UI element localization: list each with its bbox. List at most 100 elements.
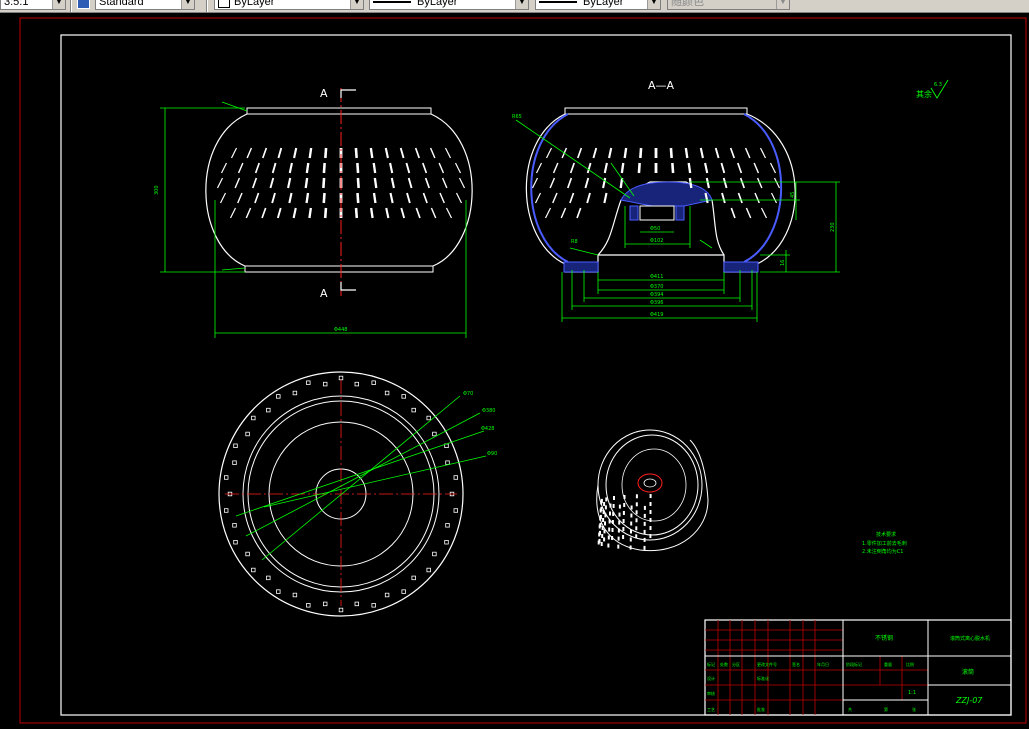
slot bbox=[430, 207, 437, 219]
iso-slot bbox=[602, 518, 605, 522]
slot bbox=[567, 177, 573, 189]
slot bbox=[422, 192, 428, 204]
slot bbox=[687, 162, 692, 174]
rim-hole bbox=[223, 508, 229, 513]
iso-slot bbox=[617, 528, 620, 533]
slot bbox=[531, 177, 539, 189]
iso-slot bbox=[608, 519, 611, 524]
iso-slot bbox=[612, 504, 615, 508]
slot bbox=[384, 147, 389, 159]
slot bbox=[704, 162, 709, 174]
iso-slot bbox=[643, 513, 646, 518]
slot bbox=[569, 192, 575, 204]
iso-slot bbox=[630, 505, 633, 510]
iso-slot bbox=[603, 529, 606, 534]
slot bbox=[369, 147, 374, 159]
dim-h45: 45 bbox=[790, 192, 796, 198]
dim-h230: 230 bbox=[830, 222, 836, 232]
slot bbox=[293, 147, 298, 159]
slot bbox=[389, 162, 394, 174]
slot bbox=[576, 207, 582, 219]
rim-hole bbox=[426, 567, 431, 573]
slot bbox=[271, 162, 277, 174]
slot bbox=[737, 192, 743, 204]
chevron-down-icon[interactable]: ▼ bbox=[181, 0, 194, 9]
chevron-down-icon[interactable]: ▼ bbox=[515, 0, 528, 9]
layer-dropdown[interactable]: ByLayer ▼ bbox=[214, 0, 364, 10]
iso-slot bbox=[649, 502, 652, 506]
slot bbox=[441, 177, 448, 189]
iso-slot bbox=[618, 512, 621, 517]
slot bbox=[292, 207, 297, 219]
rim-hole bbox=[371, 603, 376, 608]
iso-slot bbox=[622, 535, 625, 539]
iso-slot bbox=[635, 518, 638, 523]
slot bbox=[322, 162, 326, 174]
slot bbox=[254, 162, 260, 174]
chevron-down-icon[interactable]: ▼ bbox=[350, 0, 363, 9]
slot bbox=[729, 147, 735, 159]
dim-plan-d380: Φ380 bbox=[482, 408, 495, 414]
dim-d50: Φ50 bbox=[650, 226, 660, 232]
rim-hole bbox=[411, 575, 416, 581]
slot bbox=[684, 147, 689, 159]
slot bbox=[262, 147, 268, 159]
slot bbox=[586, 192, 591, 204]
text-style-value: Standard bbox=[99, 0, 144, 8]
chevron-down-icon[interactable]: ▼ bbox=[647, 0, 660, 9]
slot bbox=[234, 177, 241, 189]
toolbar-separator bbox=[70, 0, 72, 12]
slot bbox=[608, 147, 613, 159]
lineweight-dropdown[interactable]: ByLayer ▼ bbox=[535, 0, 661, 10]
iso-slot bbox=[607, 543, 610, 548]
slot bbox=[369, 207, 374, 219]
slot bbox=[271, 192, 276, 204]
iso-slot bbox=[601, 526, 604, 530]
section-title: A—A bbox=[648, 79, 675, 92]
iso-slot bbox=[643, 545, 646, 550]
iso-slot bbox=[629, 537, 632, 542]
slot bbox=[254, 192, 260, 204]
slot bbox=[754, 192, 760, 204]
slot bbox=[769, 162, 777, 174]
slot bbox=[603, 192, 608, 204]
chevron-down-icon[interactable]: ▼ bbox=[52, 0, 65, 9]
slot bbox=[552, 192, 558, 204]
slot bbox=[705, 177, 710, 189]
iso-hub bbox=[637, 473, 663, 493]
iso-slot bbox=[617, 544, 620, 549]
dim-front-width: Φ448 bbox=[334, 327, 347, 333]
section-label-bottom: A bbox=[320, 287, 328, 300]
slot bbox=[288, 162, 293, 174]
hub-section bbox=[620, 181, 713, 207]
title-process: 工艺 bbox=[707, 707, 715, 712]
dim-r65: R65 bbox=[512, 114, 522, 120]
layer-value: ByLayer bbox=[234, 0, 275, 8]
dim-d411: Φ411 bbox=[650, 274, 663, 280]
linetype-dropdown[interactable]: ByLayer ▼ bbox=[369, 0, 529, 10]
rim-hole bbox=[233, 540, 238, 545]
slot bbox=[444, 147, 452, 159]
text-style-dropdown[interactable]: Standard ▼ bbox=[95, 0, 195, 10]
title-weight: 重量 bbox=[884, 661, 892, 667]
rim-hole bbox=[292, 592, 298, 598]
front-view: A A Φ448 300 bbox=[154, 87, 473, 338]
rim-hole bbox=[432, 431, 437, 437]
section-view: A—A R65 R8 Φ50 Φ102 Φ411 Φ370 Φ394 Φ396 … bbox=[512, 79, 840, 322]
slot bbox=[322, 192, 326, 204]
iso-slot bbox=[603, 502, 606, 506]
text-style-icon[interactable] bbox=[77, 0, 90, 9]
slot bbox=[759, 147, 767, 159]
toolbar-separator bbox=[206, 0, 208, 12]
scale-dropdown[interactable]: 3:5:1 ▼ bbox=[0, 0, 66, 10]
hub-bore bbox=[639, 205, 675, 221]
slot bbox=[245, 207, 252, 219]
iso-slot bbox=[635, 502, 638, 507]
drawing-area[interactable]: A A Φ448 300 A—A R65 R8 Φ50 Φ102 Φ411 Φ3… bbox=[0, 12, 1029, 725]
iso-slot bbox=[598, 538, 601, 543]
rim-hole bbox=[251, 415, 256, 421]
slot bbox=[438, 162, 445, 174]
section-arrow-top bbox=[340, 89, 356, 98]
dim-d419: Φ419 bbox=[650, 312, 663, 318]
iso-slot bbox=[603, 537, 606, 542]
